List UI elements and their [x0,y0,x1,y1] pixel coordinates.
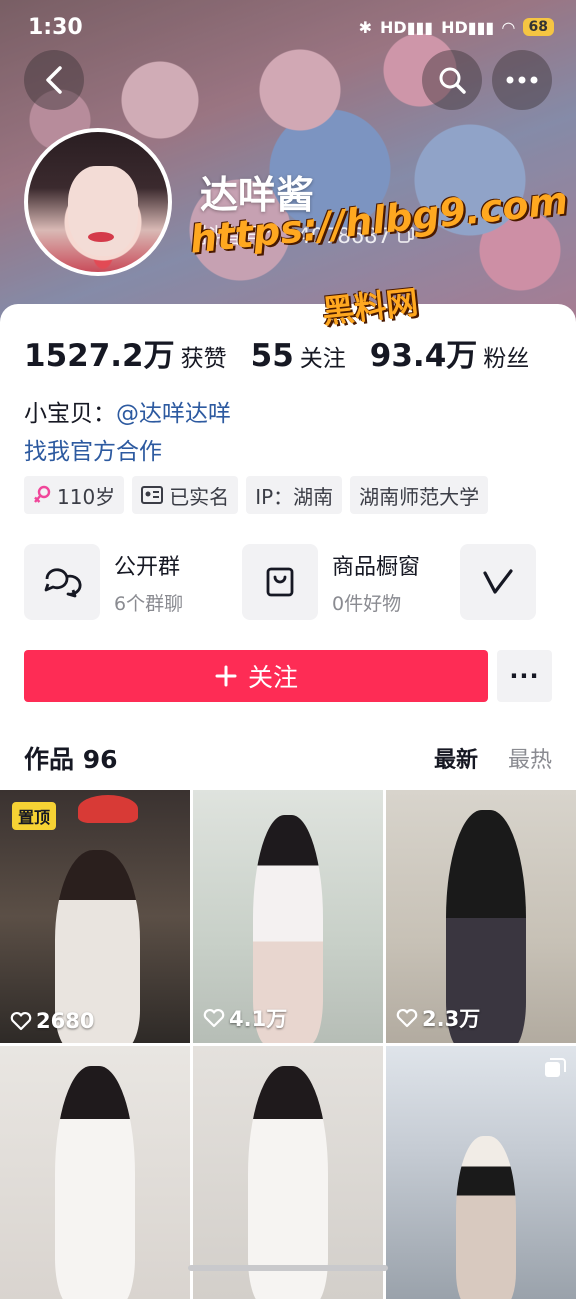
female-icon [34,485,51,503]
heart-icon [203,1008,225,1028]
heart-icon [396,1008,418,1028]
work-thumbnail [456,1136,516,1299]
tag-verified-text: 已实名 [169,484,230,509]
plus-icon [215,665,237,687]
profile-tags: 110岁 已实名 IP：湖南 湖南师范大学 [24,476,489,514]
profile-more-button[interactable]: ··· [497,650,552,702]
work-likes-count: 2.3万 [422,1007,481,1031]
work-likes: 2680 [10,1009,94,1033]
status-icons: ✱ HD▮▮▮ HD▮▮▮ ◠ 68 [359,18,554,37]
work-item[interactable] [0,1046,190,1299]
signal-icon-2: HD▮▮▮ [441,17,495,37]
follow-button[interactable]: 关注 [24,650,488,702]
work-item[interactable]: 4.1万 [193,790,383,1043]
work-item[interactable] [193,1046,383,1299]
feature-group-chat-subtitle: 6个群聊 [114,592,184,615]
tag-age-text: 110岁 [57,484,116,509]
v-icon [483,569,513,594]
status-bar: 1:30 ✱ HD▮▮▮ HD▮▮▮ ◠ 68 [0,0,576,54]
feature-third[interactable] [460,544,576,620]
work-thumbnail [55,1066,135,1299]
work-item[interactable]: 2.3万 [386,790,576,1043]
likes-count: 1527.2万 [24,338,175,374]
feature-shop-window-icon-box [242,544,318,620]
pinned-badge: 置顶 [12,802,57,830]
search-button[interactable] [422,50,482,110]
bio-line: 小宝贝：@达咩达咩 [24,394,231,428]
id-card-icon [141,486,164,504]
shopping-bag-icon [266,567,294,597]
works-title[interactable]: 作品 96 [24,740,118,776]
multi-image-icon [545,1058,566,1077]
more-dots-icon [506,76,538,84]
following-count[interactable]: 55 [251,338,294,374]
heart-icon [10,1011,32,1031]
tag-ip-text: IP：湖南 [255,484,334,509]
feature-group-chat[interactable]: 公开群 6个群聊 [24,544,224,620]
feature-shop-window-subtitle: 0件好物 [332,592,402,615]
tag-verified: 已实名 [132,476,239,514]
work-item[interactable] [386,1046,576,1299]
follow-button-label: 关注 [247,663,298,692]
feature-third-icon-box [460,544,536,620]
red-cap-shape [78,795,138,823]
feature-group-chat-icon-box [24,544,100,620]
work-likes-count: 4.1万 [229,1007,288,1031]
work-likes-count: 2680 [36,1009,95,1033]
more-options-button[interactable] [492,50,552,110]
work-likes: 4.1万 [203,1003,287,1033]
feature-shop-window-title: 商品橱窗 [332,554,421,580]
following-label[interactable]: 关注 [300,339,346,373]
work-likes: 2.3万 [396,1003,480,1033]
bio-prefix: 小宝贝： [24,401,116,427]
avatar-lips [88,232,114,242]
avatar[interactable] [24,128,172,276]
wifi-icon: ◠ [502,17,515,37]
feature-shop-window[interactable]: 商品橱窗 0件好物 [242,544,442,620]
bluetooth-icon: ✱ [358,17,373,37]
status-time: 1:30 [28,14,83,40]
feature-entries: 公开群 6个群聊 商品橱窗 0件好物 [24,544,576,620]
sort-hottest-tab[interactable]: 最热 [508,742,552,774]
tag-school[interactable]: 湖南师范大学 [350,476,489,514]
tag-ip: IP：湖南 [246,476,343,514]
back-button[interactable] [24,50,84,110]
likes-label: 获赞 [180,346,227,372]
followers-label[interactable]: 粉丝 [483,339,529,373]
works-sort: 最新 最热 [434,742,552,774]
back-arrow-icon [46,66,62,94]
followers-count[interactable]: 93.4万 [370,330,478,375]
tag-school-text: 湖南师范大学 [359,484,480,509]
avatar-face [68,166,138,256]
sort-latest-tab[interactable]: 最新 [434,742,478,774]
search-icon [439,67,466,94]
feature-group-chat-title: 公开群 [114,554,181,580]
bio-mention-link[interactable]: @达咩达咩 [116,401,231,427]
home-indicator[interactable] [188,1265,388,1271]
cooperation-link[interactable]: 找我官方合作 [24,432,162,466]
battery-icon: 68 [522,18,554,36]
chat-bubbles-icon [44,568,82,598]
profile-stats: 1527.2万 获赞 55 关注 93.4万 粉丝 [24,330,553,375]
work-item[interactable]: 置顶 2680 [0,790,190,1043]
signal-icon: HD▮▮▮ [380,17,434,37]
tag-age: 110岁 [24,476,125,514]
